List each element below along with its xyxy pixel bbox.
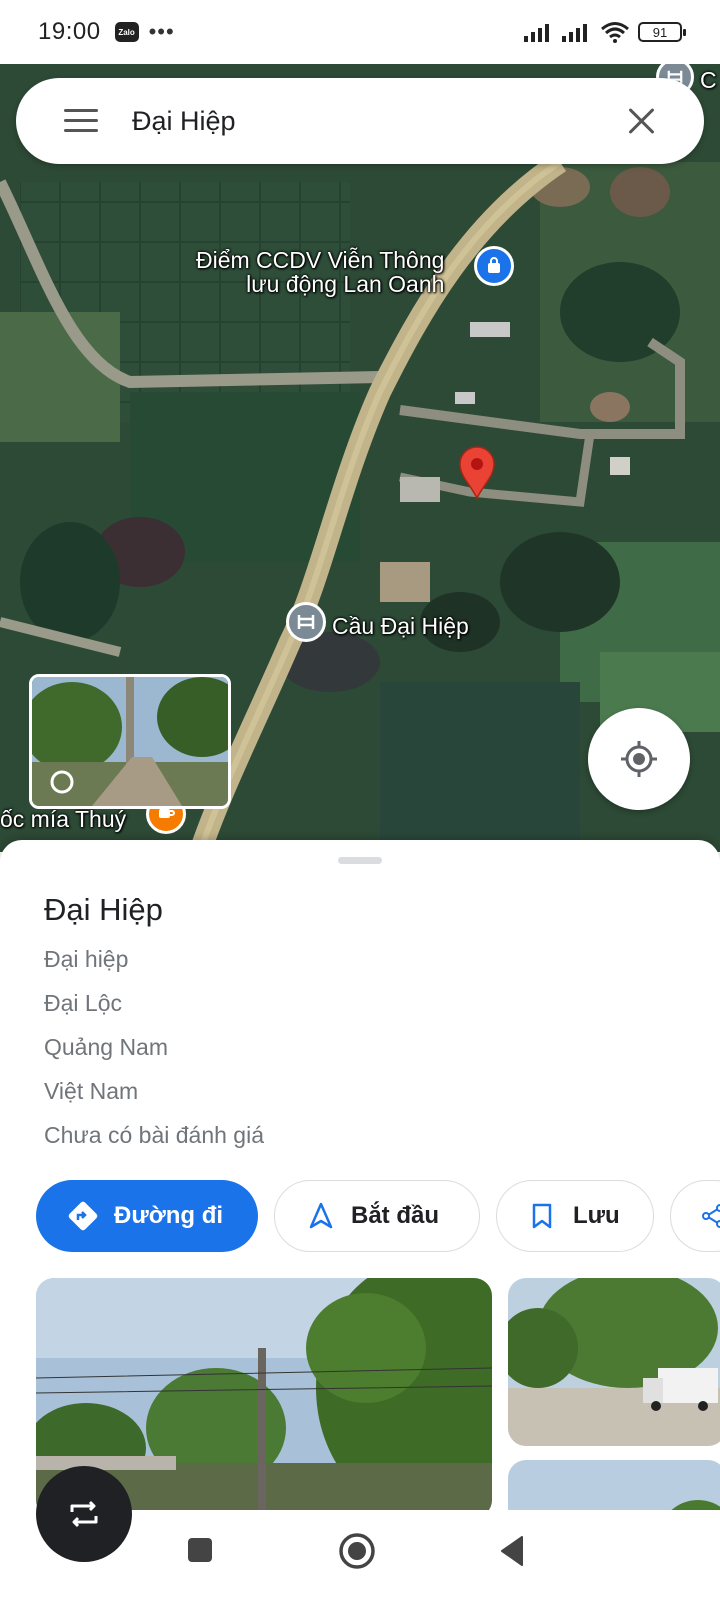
share-button[interactable] — [670, 1180, 720, 1252]
poi-label-telecom-line2: lưu động Lan Oanh — [246, 271, 445, 297]
recent-apps-icon[interactable] — [186, 1536, 214, 1564]
share-icon — [702, 1204, 720, 1228]
directions-icon — [68, 1201, 98, 1231]
battery-icon: 91 — [638, 22, 686, 42]
address-line: Đại hiệp — [44, 946, 129, 972]
poi-label-telecom-line1: Điểm CCDV Viễn Thông — [196, 247, 445, 273]
address-line: Đại Lộc — [44, 990, 122, 1016]
home-icon[interactable] — [338, 1532, 376, 1570]
close-icon[interactable] — [626, 106, 656, 136]
battery-level: 91 — [652, 24, 668, 40]
poi-label-cafe[interactable]: ốc mía Thuý — [0, 807, 126, 831]
back-icon[interactable] — [498, 1534, 526, 1568]
start-label: Bắt đầu — [351, 1202, 440, 1229]
signal-icon — [524, 24, 549, 42]
directions-button[interactable]: Đường đi — [36, 1180, 258, 1252]
bridge-icon[interactable] — [286, 602, 326, 642]
swap-icon — [70, 1500, 98, 1528]
place-title: Đại Hiệp — [44, 892, 163, 927]
poi-label-bridge[interactable]: Cầu Đại Hiệp — [332, 614, 469, 638]
search-bar[interactable]: Đại Hiệp — [16, 78, 704, 164]
start-button[interactable]: Bắt đầu — [274, 1180, 480, 1252]
bookmark-icon — [532, 1203, 552, 1229]
shopping-bag-icon[interactable] — [474, 246, 514, 286]
wifi-icon — [601, 22, 629, 43]
poi-label-telecom[interactable]: Điểm CCDV Viễn Thông lưu động Lan Oanh — [196, 248, 444, 296]
address-line: Quảng Nam — [44, 1034, 169, 1060]
status-time: 19:00 — [38, 18, 101, 45]
status-bar: 19:00 Zalo ••• 91 — [0, 0, 720, 64]
zalo-notification-icon: Zalo — [114, 22, 139, 42]
reviews-status: Chưa có bài đánh giá — [44, 1122, 264, 1148]
status-icons: 91 — [524, 21, 686, 43]
navigation-arrow-icon — [309, 1202, 333, 1229]
signal-icon-2 — [562, 24, 587, 42]
save-button[interactable]: Lưu — [496, 1180, 654, 1252]
street-view-thumbnail[interactable] — [29, 674, 231, 809]
poi-label-top-right[interactable]: C — [700, 68, 717, 92]
address-line: Việt Nam — [44, 1078, 139, 1104]
menu-icon[interactable] — [64, 109, 98, 133]
save-label: Lưu — [573, 1202, 620, 1229]
more-notifications-icon: ••• — [148, 19, 175, 44]
directions-label: Đường đi — [114, 1202, 224, 1229]
layer-switch-button[interactable] — [36, 1466, 132, 1562]
my-location-button[interactable] — [588, 708, 690, 810]
sheet-drag-handle[interactable] — [338, 857, 382, 864]
search-input[interactable]: Đại Hiệp — [132, 106, 626, 137]
my-location-icon — [621, 741, 657, 777]
place-photo-2[interactable] — [508, 1278, 720, 1446]
location-pin-icon[interactable] — [458, 446, 496, 500]
